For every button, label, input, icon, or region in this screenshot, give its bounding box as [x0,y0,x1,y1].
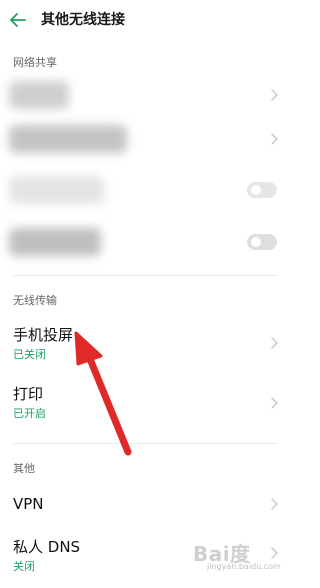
divider [13,275,277,276]
page-title: 其他无线连接 [41,12,125,28]
divider [13,443,277,444]
watermark-url: jingyan.baidu.com [207,562,281,571]
private-dns-status: 关闭 [13,560,35,573]
section-title-wireless-transfer: 无线传输 [13,294,57,307]
chevron-right-icon [271,397,279,409]
chevron-right-icon [271,337,279,349]
screen-cast-label[interactable]: 手机投屏 [13,326,73,344]
blurred-item-2[interactable] [9,119,285,159]
toggle-knob [251,237,261,247]
print-status: 已开启 [13,407,46,420]
blurred-content [9,176,104,204]
blurred-item-3[interactable] [9,170,285,210]
chevron-right-icon [271,498,279,510]
toggle-switch[interactable] [247,234,277,250]
chevron-right-icon [271,89,279,101]
blurred-content [9,81,69,109]
private-dns-label[interactable]: 私人 DNS [13,538,80,556]
chevron-right-icon [271,133,279,145]
screen-cast-status: 已关闭 [13,348,46,361]
section-title-network-share: 网络共享 [13,56,57,69]
top-bar: 其他无线连接 [0,0,297,44]
blurred-content [9,125,127,153]
blurred-item-1[interactable] [9,75,285,115]
print-label[interactable]: 打印 [13,385,43,403]
toggle-switch[interactable] [247,182,277,198]
blurred-content [9,228,101,256]
back-arrow-icon[interactable] [9,11,27,29]
blurred-item-4[interactable] [9,222,285,262]
toggle-knob [251,185,261,195]
baidu-watermark: Bai度 jingyan.baidu.com [189,536,285,580]
section-title-other: 其他 [13,462,35,475]
vpn-label[interactable]: VPN [13,495,44,513]
